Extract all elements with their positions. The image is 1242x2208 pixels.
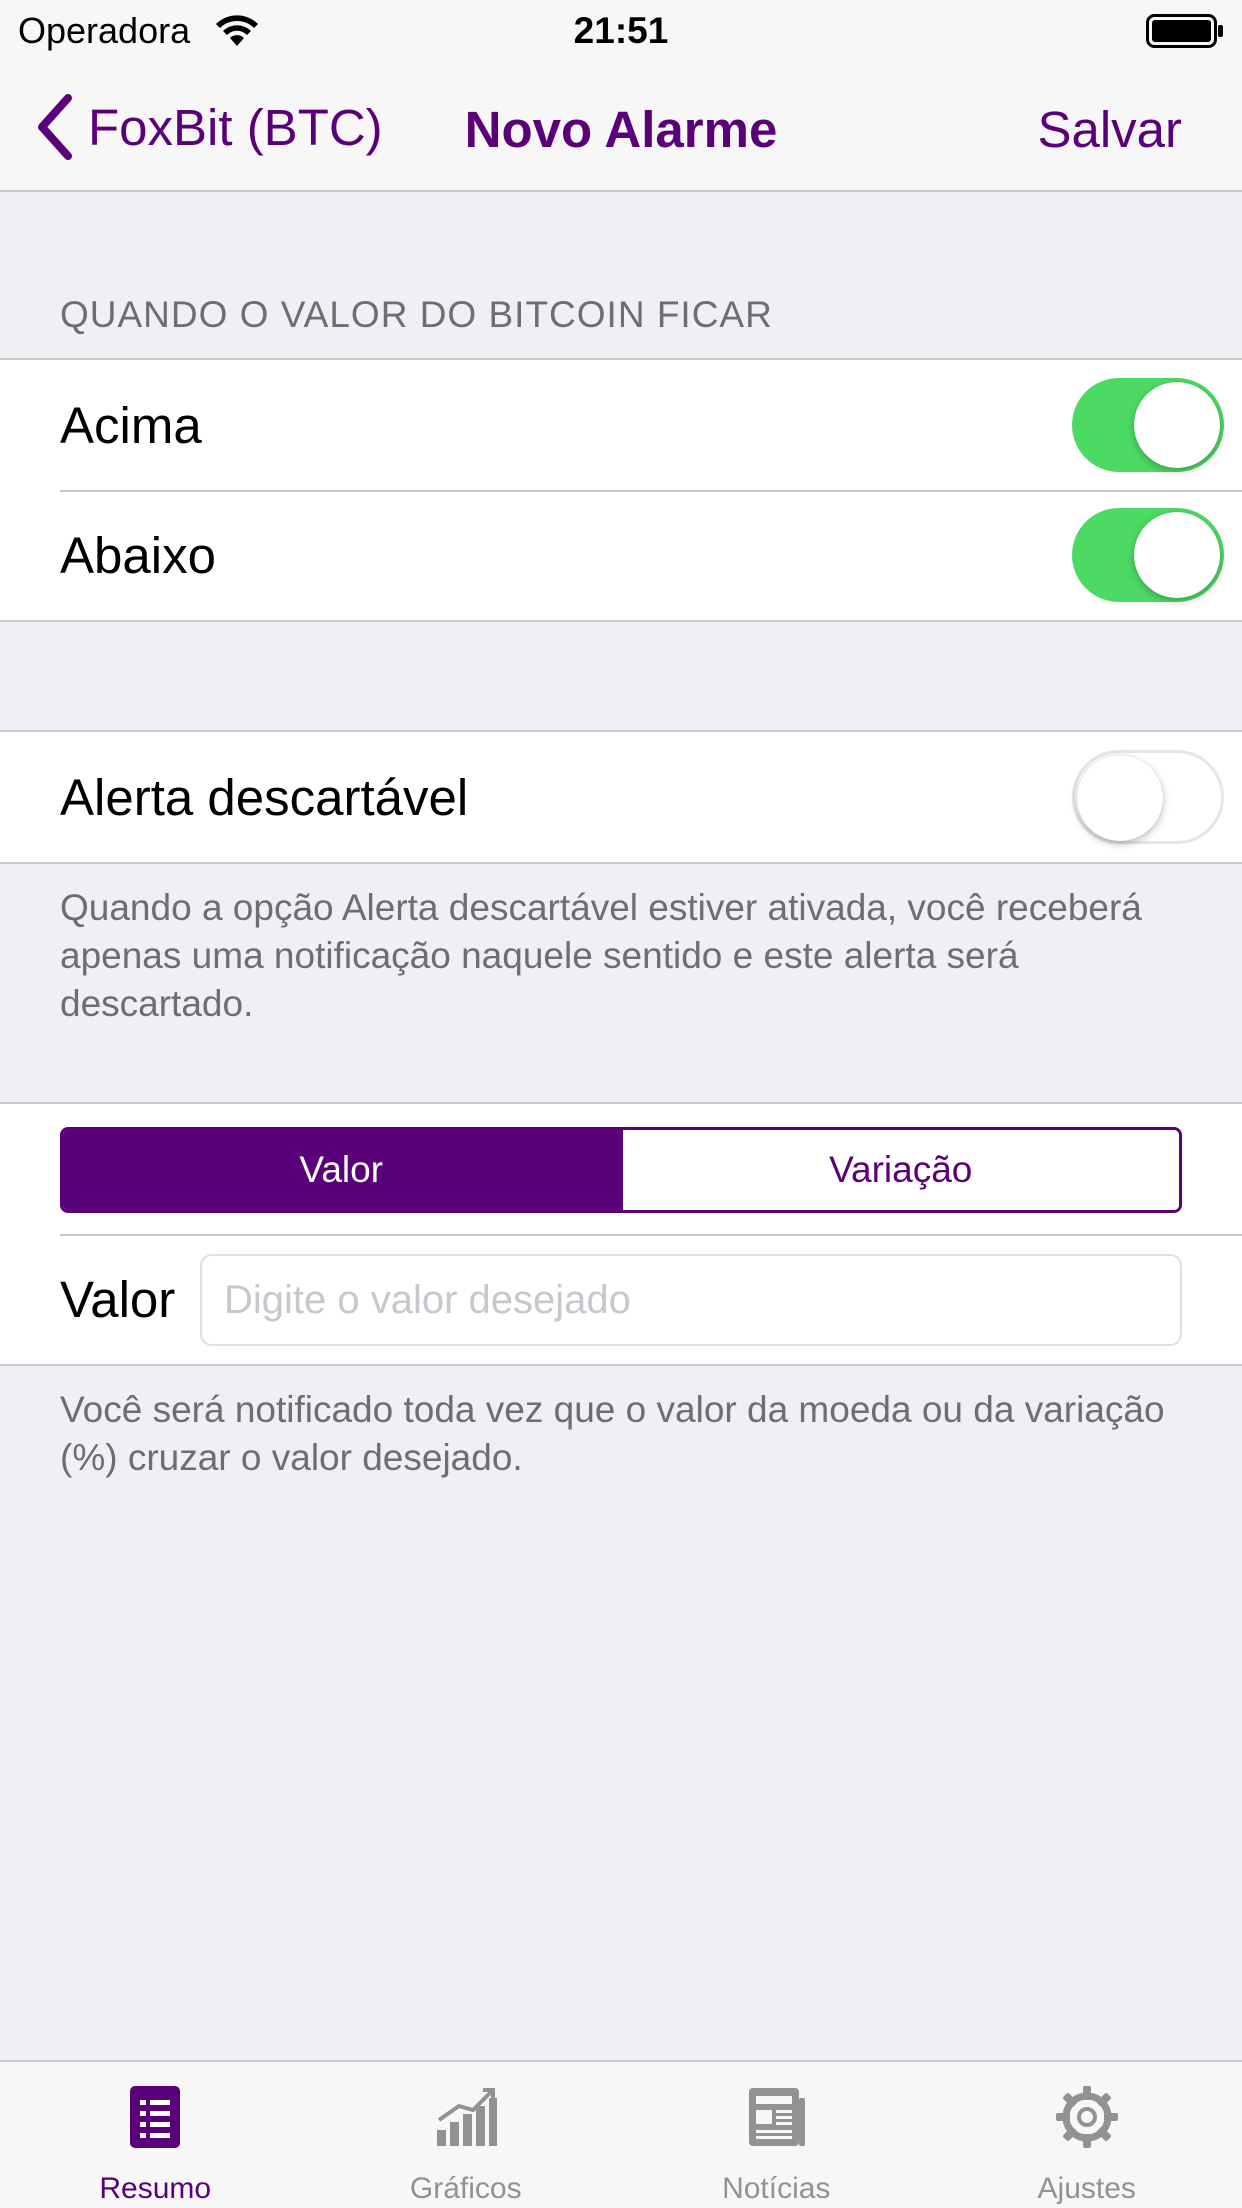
tab-ajustes[interactable]: Ajustes — [932, 2062, 1242, 2208]
status-bar: Operadora 21:51 — [0, 0, 1242, 60]
above-label: Acima — [60, 396, 202, 454]
chevron-left-icon — [38, 94, 72, 160]
section-header-direction: QUANDO O VALOR DO BITCOIN FICAR — [60, 294, 773, 335]
back-button[interactable]: FoxBit (BTC) — [34, 94, 383, 160]
row-above: Acima — [0, 360, 1242, 490]
toggle-knob — [1134, 512, 1220, 598]
mode-segmented-control: Valor Variação — [60, 1127, 1182, 1213]
disposable-alert-label: Alerta descartável — [60, 768, 469, 826]
toggle-knob — [1134, 382, 1220, 468]
tab-label: Ajustes — [1037, 2172, 1136, 2205]
row-below: Abaixo — [0, 490, 1242, 620]
newspaper-icon — [749, 2088, 806, 2146]
segment-variation[interactable]: Variação — [619, 1130, 1179, 1210]
tab-label: Gráficos — [409, 2172, 522, 2205]
navigation-bar: FoxBit (BTC) Novo Alarme Salvar — [0, 60, 1242, 192]
tab-graficos[interactable]: Gráficos — [311, 2062, 622, 2208]
save-button[interactable]: Salvar — [1037, 100, 1182, 159]
tab-bar: Resumo Gráficos Notícias Ajustes — [0, 2060, 1242, 2208]
direction-group: Acima Abaixo — [0, 358, 1242, 622]
back-button-label: FoxBit (BTC) — [88, 98, 383, 156]
gear-icon — [1055, 2086, 1118, 2148]
tab-noticias[interactable]: Notícias — [621, 2062, 932, 2208]
separator — [60, 1234, 1242, 1236]
bar-chart-icon — [436, 2088, 497, 2146]
disposable-alert-toggle[interactable] — [1072, 750, 1224, 844]
disposable-alert-footer: Quando a opção Alerta descartável estive… — [60, 887, 1142, 1024]
value-input[interactable] — [200, 1254, 1182, 1346]
status-time: 21:51 — [573, 10, 669, 51]
below-label: Abaixo — [60, 526, 216, 584]
tab-label: Resumo — [99, 2172, 212, 2205]
tab-resumo[interactable]: Resumo — [0, 2062, 311, 2208]
segment-value[interactable]: Valor — [63, 1130, 620, 1210]
toggle-knob — [1077, 755, 1163, 841]
battery-icon — [1146, 14, 1223, 48]
value-input-label: Valor — [60, 1271, 176, 1328]
tab-label: Notícias — [722, 2172, 831, 2205]
disposable-group: Alerta descartável — [0, 730, 1242, 864]
row-disposable-alert: Alerta descartável — [0, 732, 1242, 862]
below-toggle[interactable] — [1072, 508, 1224, 602]
value-footer: Você será notificado toda vez que o valo… — [60, 1389, 1165, 1478]
list-icon — [130, 2086, 181, 2148]
above-toggle[interactable] — [1072, 378, 1224, 472]
